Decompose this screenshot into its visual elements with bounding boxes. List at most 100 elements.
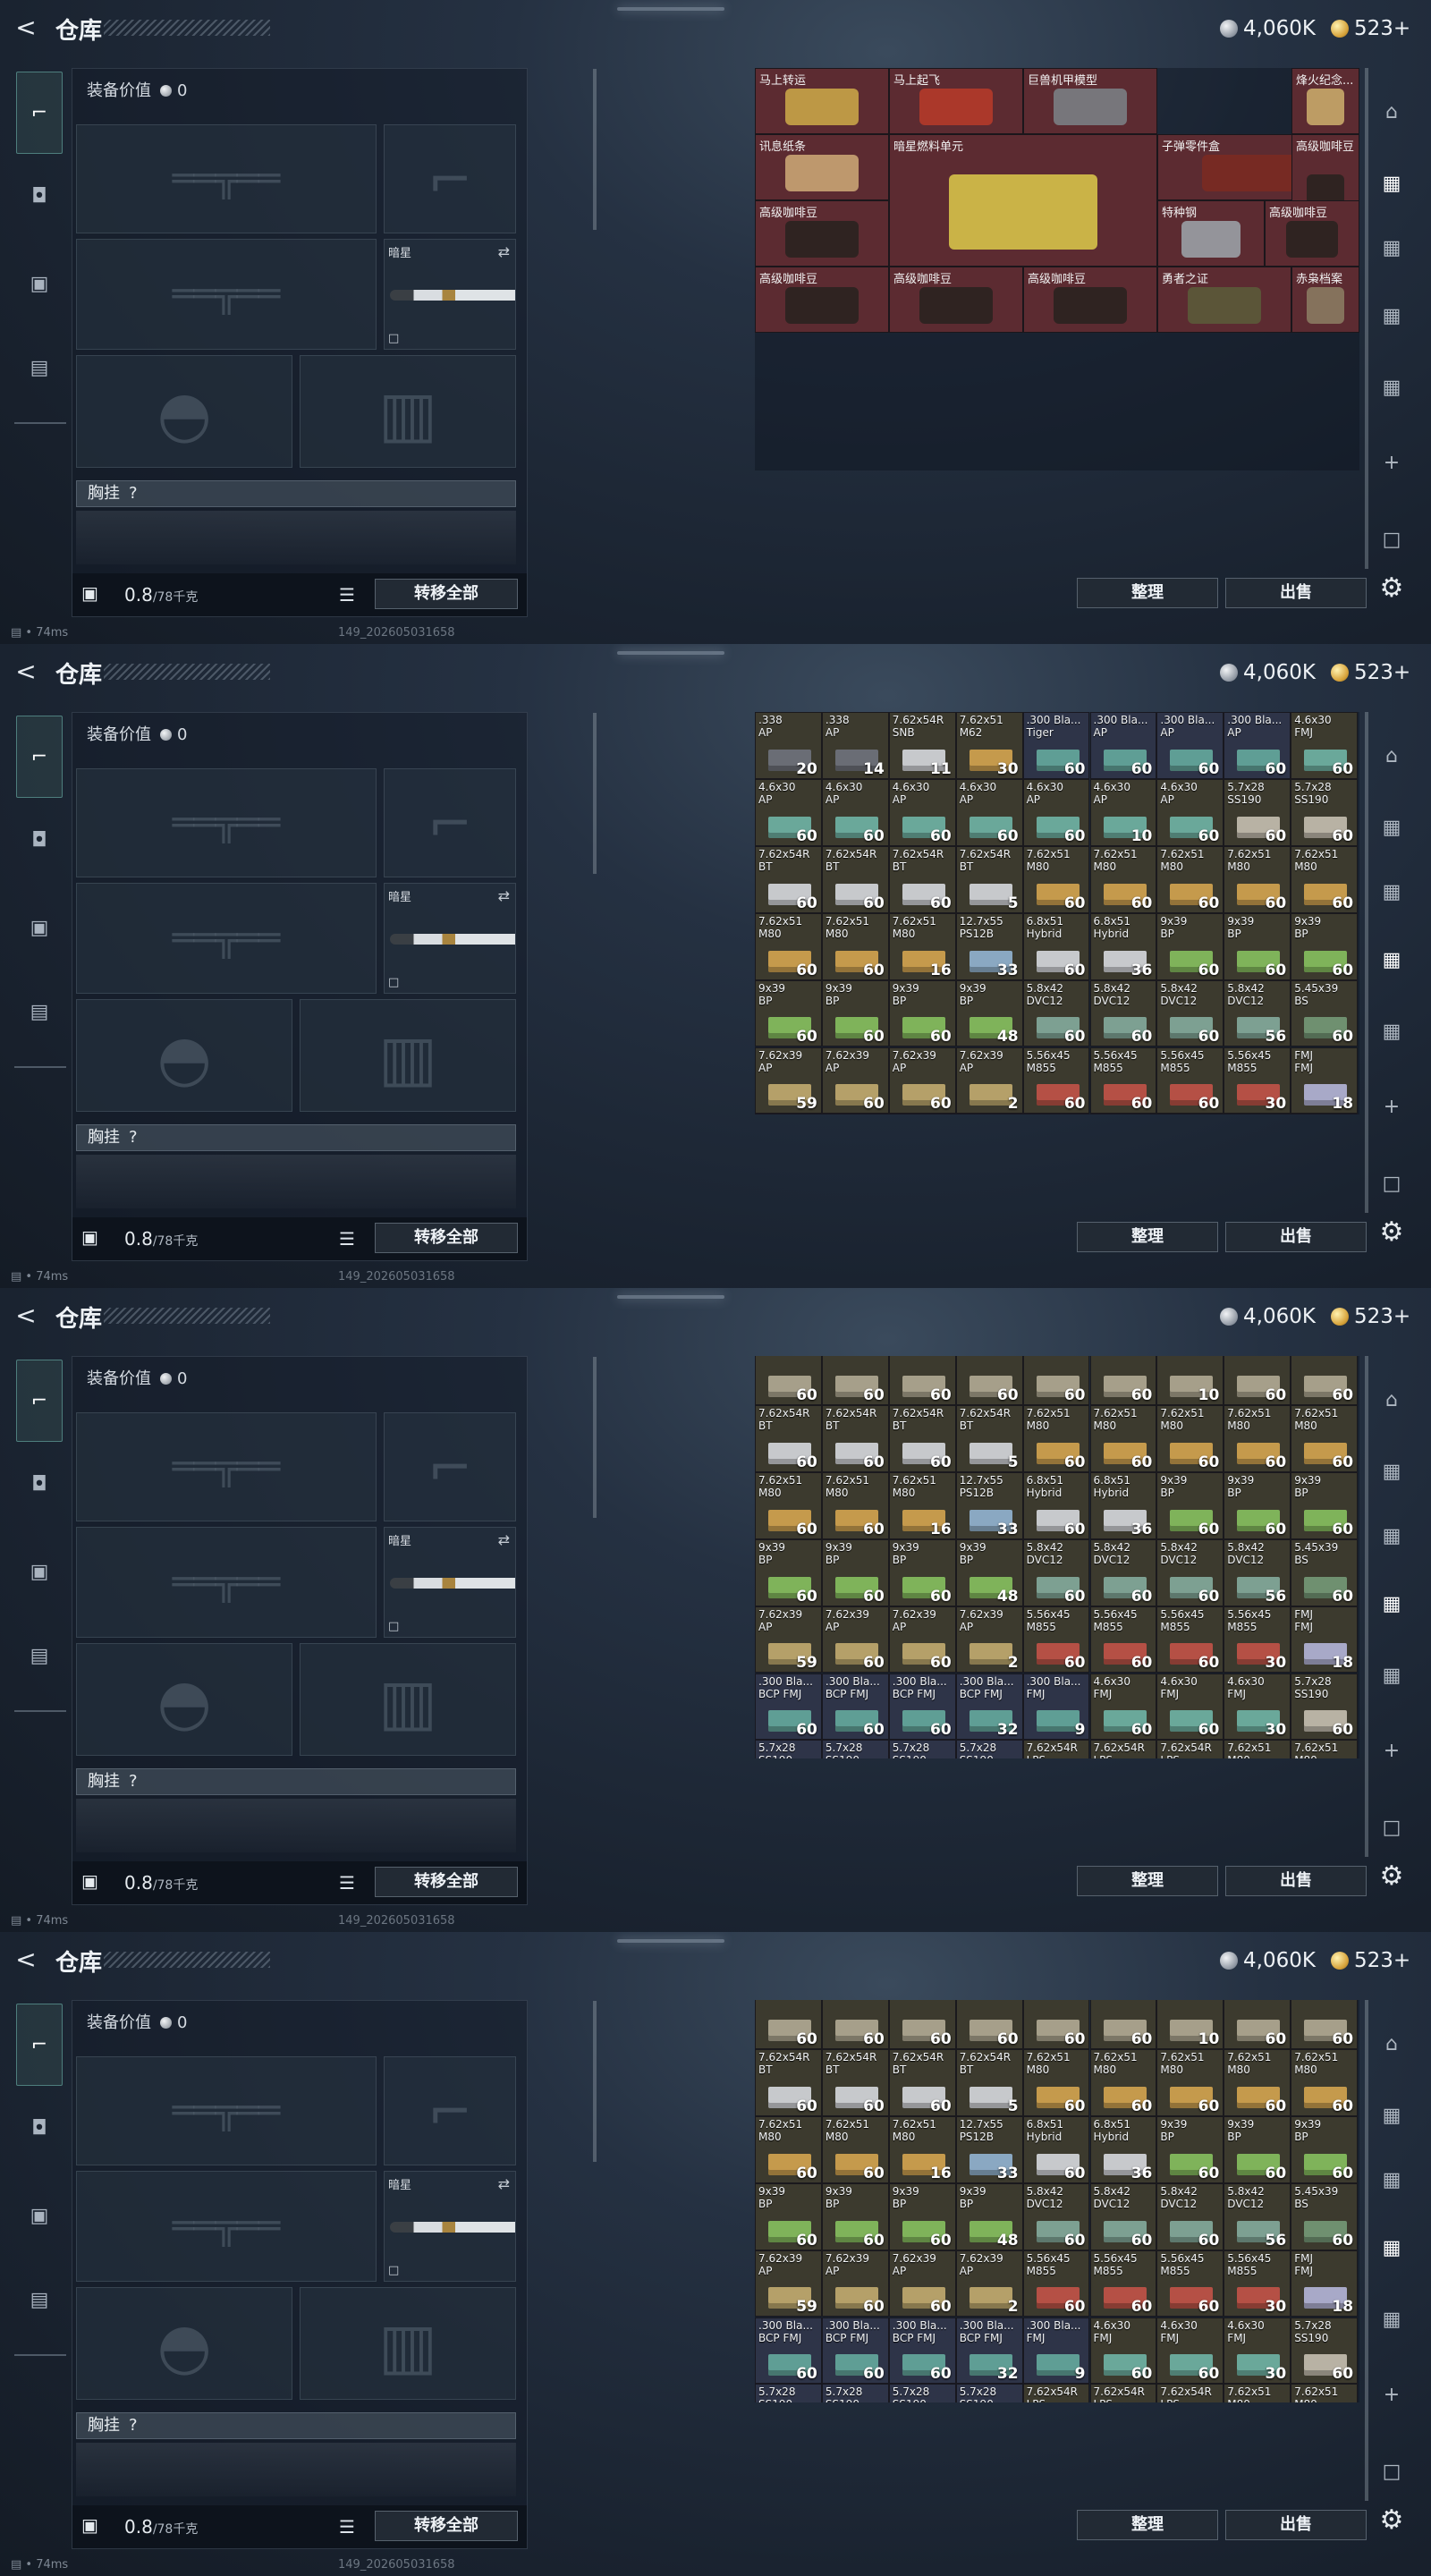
ammo-item[interactable]: 9x39 BP 48	[955, 2182, 1023, 2250]
swap-icon[interactable]: ⇄	[498, 1531, 510, 1548]
gear-icon[interactable]: ⚙	[1372, 571, 1411, 606]
ammo-item[interactable]: 7.62x51M8060	[755, 912, 822, 980]
storage-tab-2[interactable]: ▦	[1372, 2163, 1411, 2199]
plus-icon[interactable]: +	[1372, 445, 1411, 481]
ammo-item[interactable]: 5.8x42 DVC12 60	[1022, 1538, 1090, 1606]
ammo-item[interactable]: 60	[1224, 2000, 1291, 2049]
ammo-item[interactable]: 7.62x54R BT 5	[955, 2048, 1023, 2116]
transfer-all-button[interactable]: 转移全部	[375, 1867, 518, 1897]
ammo-item[interactable]: 9x39 BP 60	[821, 2182, 889, 2250]
storage-tab-3[interactable]: ▦	[1372, 299, 1411, 335]
ammo-item[interactable]: 6.8x51 Hybrid 36	[1089, 912, 1157, 980]
helmet-icon[interactable]: ◘	[16, 174, 63, 220]
ammo-item[interactable]: .300 Bla...BCP FMJ 60	[888, 1673, 956, 1741]
back-arrow-icon[interactable]: <	[13, 1301, 39, 1331]
helmet-slot[interactable]: ◓	[76, 355, 292, 468]
ammo-item[interactable]: 9x39 BP 60	[755, 1538, 822, 1606]
ammo-item[interactable]: 7.62x39 AP 60	[821, 1046, 889, 1114]
sell-button[interactable]: 出售	[1225, 1866, 1367, 1896]
chest-rig-slot[interactable]	[76, 1155, 516, 1208]
ammo-item[interactable]: 12.7x55 PS12B 33	[955, 2115, 1023, 2183]
ammo-item[interactable]: 60	[1224, 1356, 1291, 1405]
ammo-item[interactable]: 5.7x28SS19052	[955, 2384, 1023, 2402]
ammo-item[interactable]: 60	[955, 2000, 1023, 2049]
sort-button[interactable]: 整理	[1077, 578, 1218, 608]
ammo-item[interactable]: 7.62x39 AP 60	[821, 1606, 889, 1674]
ammo-item[interactable]: 60	[955, 1356, 1023, 1405]
ammo-item[interactable]: 4.6x30 AP 10	[1089, 778, 1157, 846]
silver-balance[interactable]: 4,060K	[1220, 16, 1316, 41]
pistol-slot[interactable]: ⌐	[384, 124, 516, 233]
special-item[interactable]: 暗星燃料单元	[889, 134, 1157, 267]
ammo-item[interactable]: 5.7x28SS19060	[1291, 778, 1359, 846]
storage-tab-4[interactable]: ▦	[1372, 370, 1411, 406]
ammo-item[interactable]: 7.62x51M8060	[821, 912, 889, 980]
ammo-item[interactable]: 5.56x45 M855 30	[1224, 1046, 1291, 1114]
plus-icon[interactable]: +	[1372, 2377, 1411, 2413]
ammo-item[interactable]: 7.62x51M8060	[1291, 845, 1359, 913]
plus-icon[interactable]: +	[1372, 1089, 1411, 1125]
ammo-item[interactable]: 7.62x54R BT 60	[888, 845, 956, 913]
lock-icon[interactable]: □	[1372, 2454, 1411, 2490]
ammo-item[interactable]: 7.62x51M8060	[1156, 1404, 1224, 1472]
ammo-item[interactable]: .300 Bla...FMJ 9	[1022, 2317, 1090, 2385]
storage-tab-3[interactable]: ▦	[1372, 1587, 1411, 1623]
ammo-item[interactable]: 4.6x30 AP 60	[821, 778, 889, 846]
transfer-all-button[interactable]: 转移全部	[375, 2511, 518, 2541]
ammo-item[interactable]: 9x39 BP 48	[955, 1538, 1023, 1606]
chest-rig-header[interactable]: 胸挂?	[76, 2412, 516, 2439]
ammo-item[interactable]: 5.8x42 DVC12 60	[1089, 979, 1157, 1047]
plus-icon[interactable]: +	[1372, 1733, 1411, 1769]
back-arrow-icon[interactable]: <	[13, 657, 39, 687]
ammo-item[interactable]: 7.62x51M8060	[1156, 2048, 1224, 2116]
chest-rig-header[interactable]: 胸挂?	[76, 480, 516, 507]
ammo-item[interactable]: 7.62x51 M80 16	[888, 912, 956, 980]
ammo-item[interactable]: 4.6x30 AP 60	[888, 778, 956, 846]
ammo-item[interactable]: 7.62x51M8060	[1224, 1740, 1291, 1758]
help-icon[interactable]: ?	[129, 1772, 138, 1791]
gear-icon[interactable]: ⚙	[1372, 1215, 1411, 1250]
gold-balance[interactable]: 523+	[1331, 660, 1410, 685]
sort-button[interactable]: 整理	[1077, 1222, 1218, 1252]
ammo-item[interactable]: 5.56x45 M855 30	[1224, 1606, 1291, 1674]
ammo-item[interactable]: 7.62x39 AP 59	[755, 2250, 822, 2318]
ammo-item[interactable]: 9x39 BP 48	[955, 979, 1023, 1047]
ammo-item[interactable]: 7.62x54R BT 60	[821, 2048, 889, 2116]
melee-slot[interactable]: 暗星 ⇄ □	[384, 1527, 516, 1638]
backpack-icon[interactable]: ▣	[16, 905, 63, 952]
storage-tab-3[interactable]: ▦	[1372, 943, 1411, 979]
ammo-item[interactable]: .300 Bla...BCP FMJ 60	[755, 2317, 822, 2385]
ammo-item[interactable]: 7.62x51M8060	[1156, 845, 1224, 913]
special-item[interactable]: 高级咖啡豆	[889, 267, 1023, 333]
ammo-item[interactable]: 5.7x28SS19060	[821, 1740, 889, 1758]
ammo-item[interactable]: 5.56x45 M855 60	[1022, 2250, 1090, 2318]
equipment-scrollbar[interactable]	[593, 1357, 597, 1518]
ammo-item[interactable]: 7.62x51M8060	[1291, 1740, 1359, 1758]
ammo-item[interactable]: FMJ FMJ 18	[1291, 1606, 1359, 1674]
special-item[interactable]: 勇者之证	[1157, 267, 1291, 333]
ammo-item[interactable]: 12.7x55 PS12B 33	[955, 1471, 1023, 1539]
ammo-item[interactable]: 7.62x54RLPS60	[1089, 2384, 1157, 2402]
ammo-item[interactable]: 5.7x28SS19060	[755, 2384, 822, 2402]
ammo-item[interactable]: 9x39 BP 60	[1224, 912, 1291, 980]
help-icon[interactable]: ?	[129, 484, 138, 503]
ammo-item[interactable]: 7.62x51M8060	[821, 1471, 889, 1539]
ammo-item[interactable]: 9x39 BP 60	[888, 2182, 956, 2250]
ammo-item[interactable]: 5.56x45 M855 60	[1022, 1606, 1090, 1674]
ammo-item[interactable]: 4.6x30 AP 60	[755, 778, 822, 846]
ammo-item[interactable]: 7.62x54R BT 5	[955, 1404, 1023, 1472]
primary-weapon-slot[interactable]: ══╦══	[76, 2056, 377, 2165]
storage-tab-4[interactable]: ▦	[1372, 1014, 1411, 1050]
case-icon[interactable]: ▤	[16, 2277, 63, 2324]
ammo-item[interactable]: 7.62x51M8060	[1022, 2048, 1090, 2116]
ammo-item[interactable]: 4.6x30FMJ 60	[1156, 1673, 1224, 1741]
ammo-item[interactable]: 60	[1022, 1356, 1090, 1405]
ammo-item[interactable]: .300 Bla... Tiger 60	[1022, 712, 1090, 779]
lock-icon[interactable]: □	[1372, 1166, 1411, 1202]
ammo-item[interactable]: 5.7x28SS19060	[755, 1740, 822, 1758]
ammo-item[interactable]: 7.62x54R BT 60	[755, 845, 822, 913]
ammo-item[interactable]: 10	[1156, 1356, 1224, 1405]
lock-icon[interactable]: □	[1372, 522, 1411, 558]
ammo-item[interactable]: 7.62x54R BT 60	[821, 1404, 889, 1472]
ammo-item[interactable]: 7.62x51M8060	[1291, 1404, 1359, 1472]
